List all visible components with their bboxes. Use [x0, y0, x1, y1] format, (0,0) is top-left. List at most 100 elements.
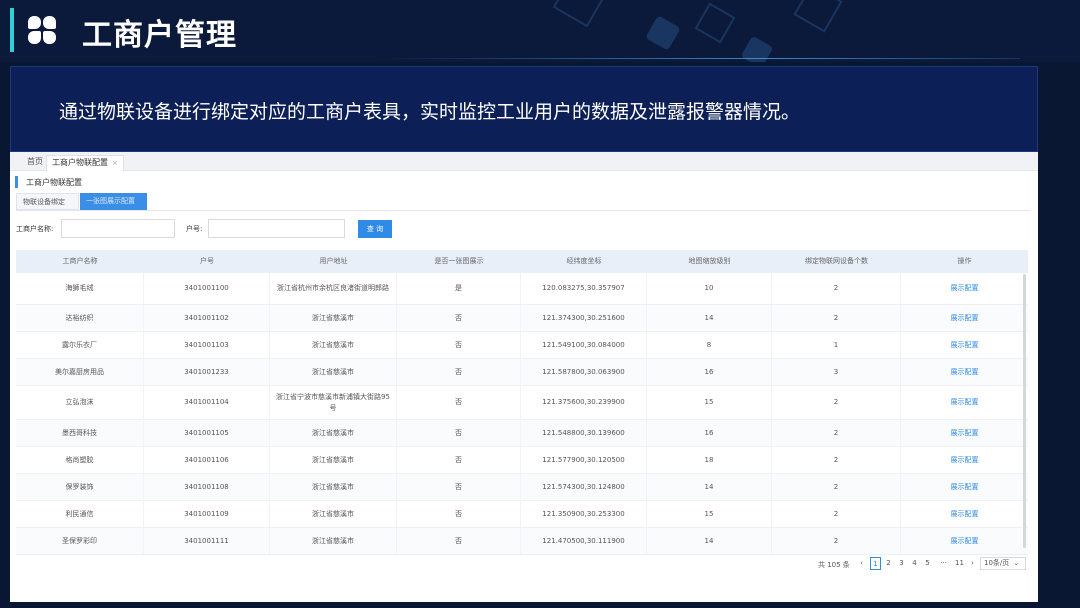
cell-zoom: 15 [647, 386, 772, 419]
cell-show: 否 [397, 359, 521, 385]
cell-address: 浙江省慈溪市 [270, 332, 397, 358]
table-header: 工商户名称 户号 用户地址 是否一张图展示 经纬度坐标 地图缩放级别 绑定物联网设备个数 操作 [16, 250, 1028, 273]
display-config-link[interactable]: 展示配置 [901, 386, 1028, 419]
cell-address: 浙江省慈溪市 [270, 359, 397, 385]
cell-devices: 2 [772, 273, 901, 304]
display-config-link[interactable]: 展示配置 [901, 359, 1028, 385]
prev-page-button[interactable]: ‹ [856, 557, 867, 570]
merchant-name-label: 工商户名称: [16, 225, 54, 233]
header-col-operation: 操作 [957, 257, 972, 265]
page-5[interactable]: 5 [922, 557, 933, 570]
cell-devices: 2 [772, 447, 901, 473]
tab-label: 工商户物联配置 [52, 158, 108, 167]
table-row: 达裕纺织 3401001102 浙江省慈溪市否 121.374300,30.25160… [16, 305, 1028, 332]
page-size-select[interactable]: 10条/页 ⌄ [980, 557, 1026, 570]
cell-coord: 121.375600,30.239900 [521, 386, 647, 419]
display-config-link[interactable]: 展示配置 [901, 332, 1028, 358]
cell-zoom: 18 [647, 447, 772, 473]
display-config-link[interactable]: 展示配置 [901, 501, 1028, 527]
page-size-value: 10条/页 [984, 559, 1010, 567]
cell-devices: 2 [772, 305, 901, 331]
cell-coord: 121.587800,30.063900 [521, 359, 647, 385]
cell-address: 浙江省慈溪市 [270, 501, 397, 527]
subtab-device-binding[interactable]: 物联设备绑定 [16, 193, 79, 210]
cell-devices: 2 [772, 420, 901, 446]
breadcrumb: 工商户物联配置 [26, 178, 82, 187]
cell-name: 利民通信 [16, 501, 144, 527]
cell-account: 3401001106 [144, 447, 270, 473]
cell-devices: 2 [772, 501, 901, 527]
cell-account: 3401001100 [144, 273, 270, 304]
accent-bar [10, 8, 14, 52]
cell-coord: 121.350900,30.253300 [521, 501, 647, 527]
account-label: 户号: [186, 225, 203, 233]
cell-show: 否 [397, 447, 521, 473]
decor-hex [552, 0, 608, 28]
cell-zoom: 16 [647, 359, 772, 385]
table-row: 立弘泡沫 3401001104 浙江省宁波市慈溪市新浦镇大街路95号否 121.375… [16, 386, 1028, 420]
search-button[interactable]: 查 询 [358, 220, 392, 238]
cell-name: 保罗装饰 [16, 474, 144, 500]
description-text: 通过物联设备进行绑定对应的工商户表具，实时监控工业用户的数据及泄露报警器情况。 [59, 101, 801, 123]
next-page-button[interactable]: › [967, 557, 978, 570]
header-col-address: 用户地址 [319, 257, 348, 265]
display-config-link[interactable]: 展示配置 [901, 305, 1028, 331]
table-row: 露尔乐衣厂 3401001103 浙江省慈溪市否 121.549100,30.0840… [16, 332, 1028, 359]
cell-coord: 121.374300,30.251600 [521, 305, 647, 331]
cell-coord: 121.549100,30.084000 [521, 332, 647, 358]
header-col-coord: 经纬度坐标 [566, 257, 602, 265]
display-config-link[interactable]: 展示配置 [901, 273, 1028, 304]
cell-address: 浙江省宁波市慈溪市新浦镇大街路95号 [270, 386, 397, 419]
page-ellipsis[interactable]: ··· [938, 557, 949, 570]
page-4[interactable]: 4 [909, 557, 920, 570]
decor-hex [694, 2, 736, 44]
cell-coord: 121.577900,30.120500 [521, 447, 647, 473]
cell-coord: 120.083275,30.357907 [521, 273, 647, 304]
cell-devices: 1 [772, 332, 901, 358]
pagination-total: 共 105 条 [818, 561, 850, 569]
cell-address: 浙江省慈溪市 [270, 447, 397, 473]
table-row: 海狮毛绒 3401001100 浙江省杭州市余杭区良渚街道明郎路是 120.08327… [16, 273, 1028, 305]
cell-zoom: 14 [647, 528, 772, 554]
cell-show: 否 [397, 305, 521, 331]
cell-name: 圣保罗彩印 [16, 528, 144, 554]
display-config-link[interactable]: 展示配置 [901, 474, 1028, 500]
tab-merchant-config[interactable]: 工商户物联配置 × [46, 155, 124, 171]
tab-bar: 首页 工商户物联配置 × [10, 152, 1038, 171]
page-title: 工商户管理 [82, 18, 237, 53]
tab-home[interactable]: 首页 [22, 155, 48, 171]
cell-account: 3401001108 [144, 474, 270, 500]
cell-zoom: 10 [647, 273, 772, 304]
chevron-down-icon: ⌄ [1013, 559, 1020, 567]
display-config-link[interactable]: 展示配置 [901, 528, 1028, 554]
scrollbar[interactable] [1023, 274, 1026, 548]
cell-devices: 3 [772, 359, 901, 385]
subtab-map-display-config[interactable]: 一张图展示配置 [80, 193, 147, 210]
table-row: 墨西哥科技 3401001105 浙江省慈溪市否 121.548800,30.1396… [16, 420, 1028, 447]
header-banner: 工商户管理 [0, 0, 1080, 62]
page-3[interactable]: 3 [896, 557, 907, 570]
cell-zoom: 14 [647, 305, 772, 331]
cell-address: 浙江省杭州市余杭区良渚街道明郎路 [270, 273, 397, 304]
cell-show: 是 [397, 273, 521, 304]
cell-coord: 121.470500,30.111900 [521, 528, 647, 554]
decor-hex [793, 0, 843, 33]
header-col-show: 是否一张图展示 [434, 257, 484, 265]
page-2[interactable]: 2 [883, 557, 894, 570]
breadcrumb-marker [15, 176, 18, 188]
display-config-link[interactable]: 展示配置 [901, 447, 1028, 473]
clover-icon [28, 16, 58, 46]
cell-name: 格尚塑胶 [16, 447, 144, 473]
cell-account: 3401001233 [144, 359, 270, 385]
close-icon[interactable]: × [112, 159, 118, 167]
cell-coord: 121.574300,30.124800 [521, 474, 647, 500]
merchant-name-input[interactable] [61, 219, 175, 238]
cell-devices: 2 [772, 386, 901, 419]
header-col-name: 工商户名称 [62, 257, 98, 265]
cell-zoom: 14 [647, 474, 772, 500]
table-row: 利民通信 3401001109 浙江省慈溪市否 121.350900,30.25330… [16, 501, 1028, 528]
display-config-link[interactable]: 展示配置 [901, 420, 1028, 446]
page-1[interactable]: 1 [870, 557, 881, 570]
page-11[interactable]: 11 [954, 557, 965, 570]
account-input[interactable] [208, 219, 345, 238]
